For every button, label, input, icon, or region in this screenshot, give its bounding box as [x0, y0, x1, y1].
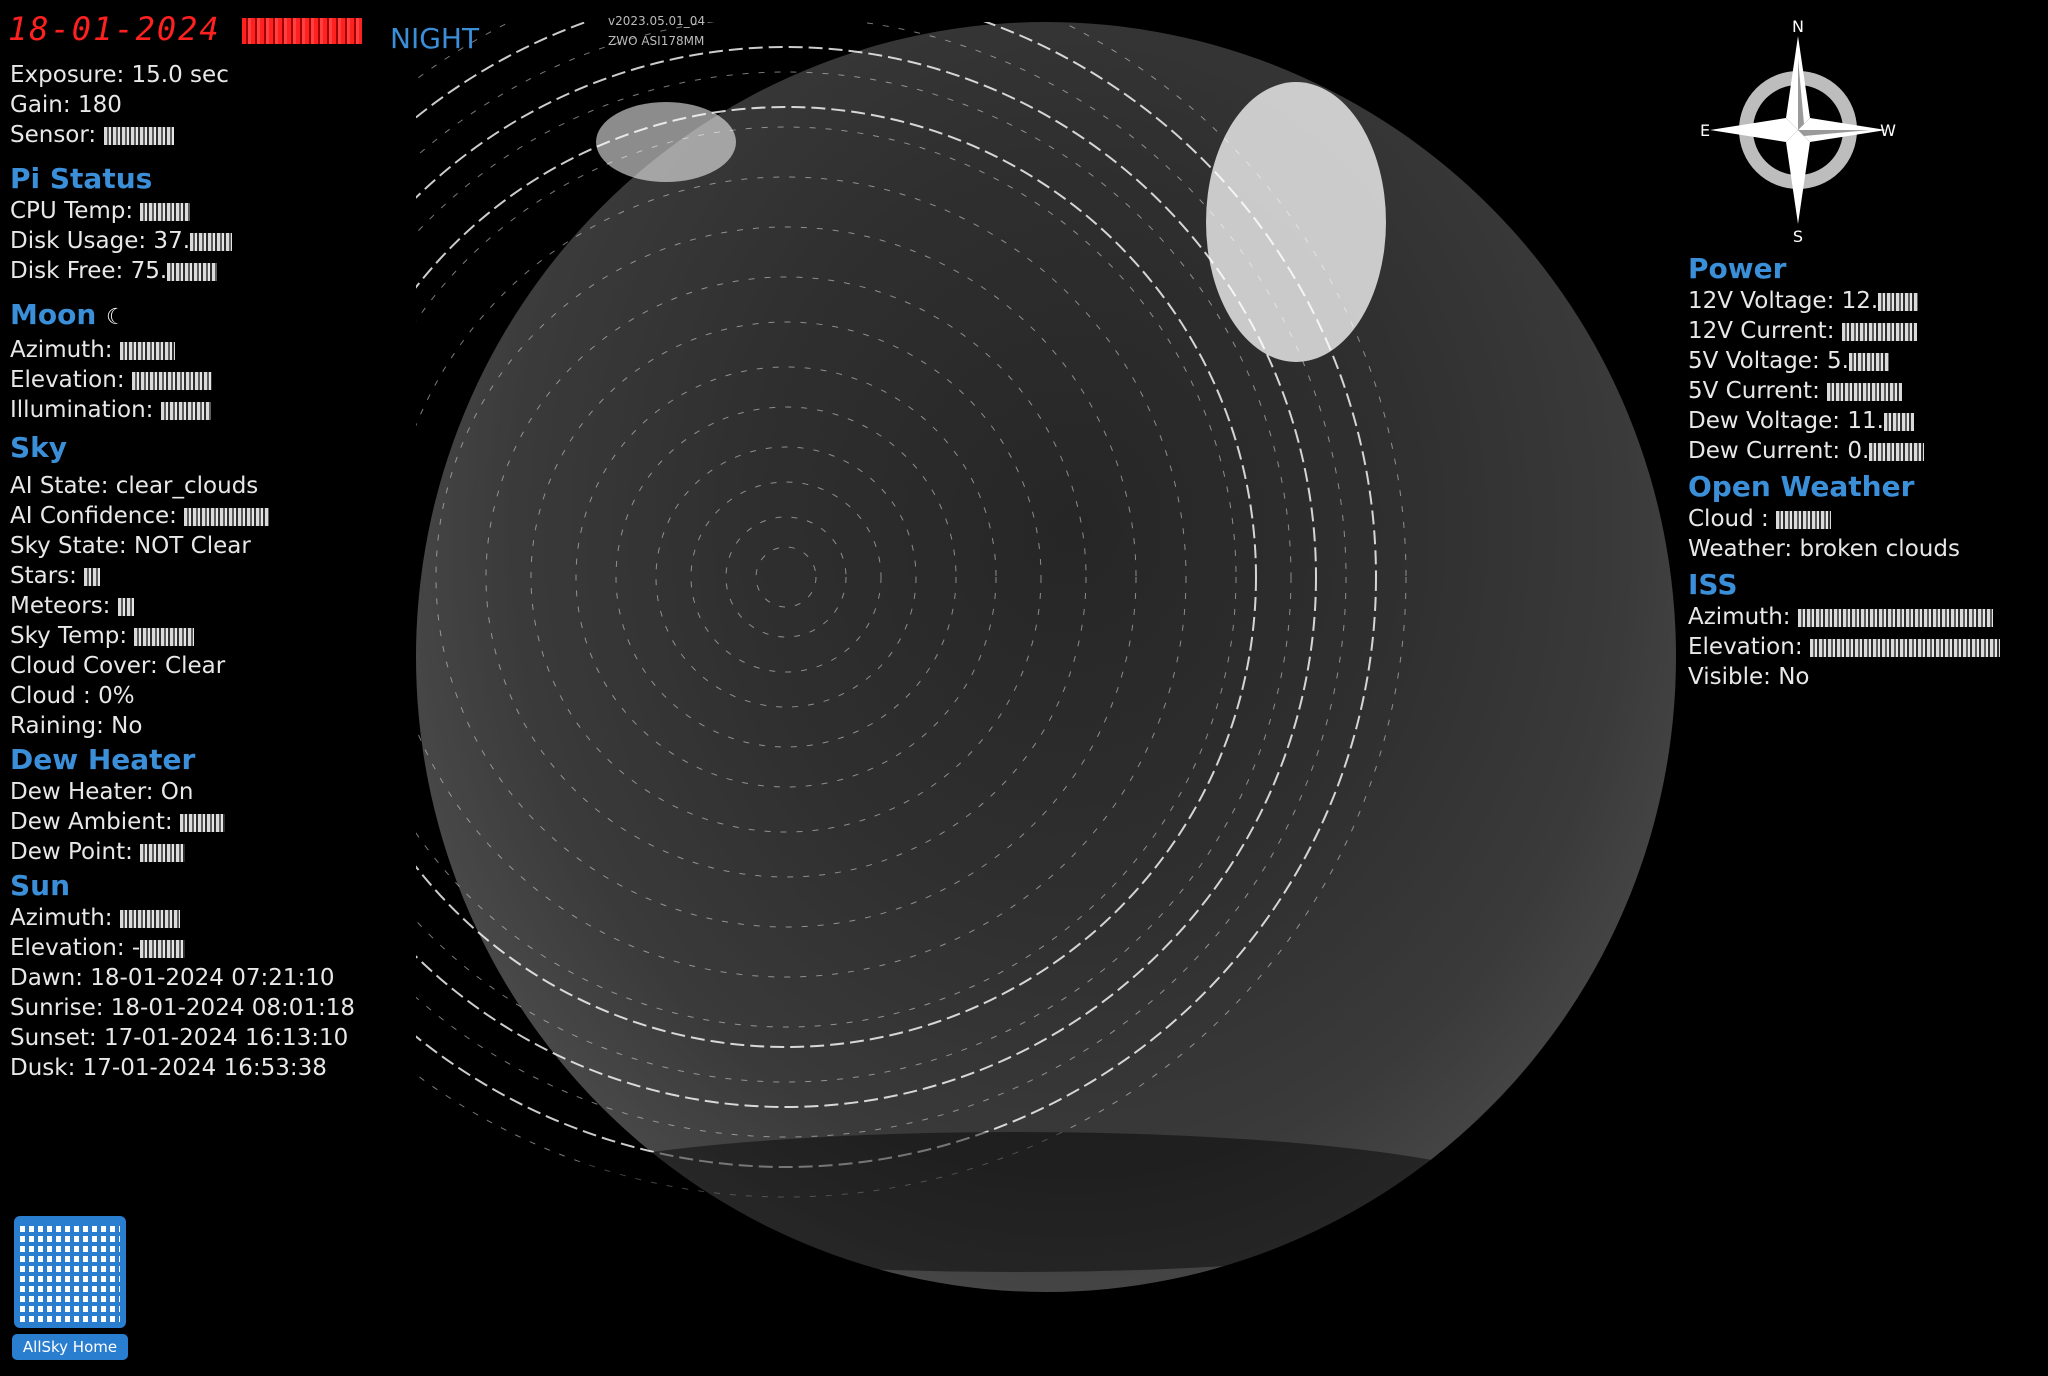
datetime-overlay: 18-01-2024 — [8, 10, 362, 48]
cloud-text: Cloud : 0% — [10, 683, 135, 709]
star-trails — [165, 0, 1536, 1272]
compass-e: E — [1700, 121, 1710, 140]
compass-s: S — [1793, 227, 1803, 243]
dew-ambient-text: Dew Ambient: — [10, 807, 355, 837]
5v-current-text: 5V Current: — [1688, 376, 2000, 406]
iss-visible-text: Visible: No — [1688, 664, 1810, 690]
dew-point-text: Dew Point: — [10, 837, 355, 867]
dew-heater-status-text: Dew Heater: On — [10, 779, 194, 805]
sensor-text: Sensor: — [10, 120, 355, 150]
iss-azimuth-text: Azimuth: — [1688, 602, 2000, 632]
cpu-temp-text: CPU Temp: — [10, 196, 355, 226]
sun-heading: Sun — [10, 869, 71, 902]
time-garbled — [241, 18, 362, 44]
sun-azimuth-text: Azimuth: — [10, 903, 355, 933]
compass-rose: N S E W — [1700, 17, 1900, 246]
5v-voltage-text: 5V Voltage: 5. — [1688, 346, 2000, 376]
open-weather-heading: Open Weather — [1688, 470, 1915, 503]
dew-heater-heading: Dew Heater — [10, 743, 196, 776]
ow-cloud-text: Cloud : — [1688, 504, 2000, 534]
iss-heading: ISS — [1688, 568, 1738, 601]
allsky-image — [165, 0, 1676, 1292]
right-info-panel: Power 12V Voltage: 12. 12V Current: 5V V… — [1688, 252, 2000, 692]
exposure-text: Exposure: 15.0 sec — [10, 62, 229, 88]
dawn-text: Dawn: 18-01-2024 07:21:10 — [10, 965, 335, 991]
moon-illumination-text: Illumination: — [10, 395, 355, 425]
12v-current-text: 12V Current: — [1688, 316, 2000, 346]
iss-elevation-text: Elevation: — [1688, 632, 2000, 662]
sun-elevation-text: Elevation: - — [10, 933, 355, 963]
ow-weather-text: Weather: broken clouds — [1688, 536, 1960, 562]
moon-elevation-text: Elevation: — [10, 365, 355, 395]
sunset-text: Sunset: 17-01-2024 16:13:10 — [10, 1025, 349, 1051]
stars-text: Stars: — [10, 561, 355, 591]
sunrise-text: Sunrise: 18-01-2024 08:01:18 — [10, 995, 356, 1021]
sky-heading: Sky — [10, 431, 68, 464]
power-heading: Power — [1688, 252, 1787, 285]
left-info-panel: Exposure: 15.0 sec Gain: 180 Sensor: Pi … — [10, 60, 355, 1083]
allsky-home-button[interactable]: AllSky Home — [12, 1334, 128, 1360]
qr-code[interactable] — [14, 1216, 126, 1328]
sky-temp-text: Sky Temp: — [10, 621, 355, 651]
ai-state-text: AI State: clear_clouds — [10, 473, 259, 499]
gain-text: Gain: 180 — [10, 92, 122, 118]
sky-state-text: Sky State: NOT Clear — [10, 533, 251, 559]
dew-current-text: Dew Current: 0. — [1688, 436, 2000, 466]
dew-voltage-text: Dew Voltage: 11. — [1688, 406, 2000, 436]
meteors-text: Meteors: — [10, 591, 355, 621]
cloud-cover-text: Cloud Cover: Clear — [10, 653, 226, 679]
12v-voltage-text: 12V Voltage: 12. — [1688, 286, 2000, 316]
disk-free-text: Disk Free: 75. — [10, 256, 355, 286]
dusk-text: Dusk: 17-01-2024 16:53:38 — [10, 1055, 327, 1081]
moon-heading: Moon ☾ — [10, 298, 126, 331]
compass-w: W — [1880, 121, 1896, 140]
pi-status-heading: Pi Status — [10, 162, 153, 195]
raining-text: Raining: No — [10, 713, 143, 739]
moon-azimuth-text: Azimuth: — [10, 335, 355, 365]
compass-n: N — [1792, 18, 1804, 36]
moon-phase-icon: ☾ — [106, 305, 126, 330]
date-text: 18-01-2024 — [8, 10, 221, 48]
ai-confidence-text: AI Confidence: — [10, 501, 355, 531]
disk-usage-text: Disk Usage: 37. — [10, 226, 355, 256]
